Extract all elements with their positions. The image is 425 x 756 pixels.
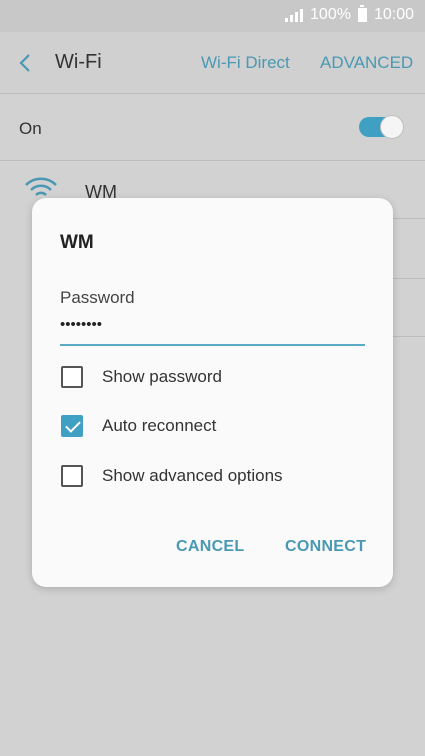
signal-icon [285, 8, 304, 22]
auto-reconnect-checkbox[interactable] [61, 415, 83, 437]
battery-icon [357, 5, 367, 22]
back-arrow-icon[interactable] [16, 52, 36, 74]
battery-percent: 100% [310, 6, 351, 23]
connect-button[interactable]: CONNECT [285, 538, 366, 556]
status-bar: 100% 10:00 [0, 0, 425, 32]
show-advanced-checkbox[interactable] [61, 465, 83, 487]
advanced-button[interactable]: ADVANCED [320, 53, 413, 73]
wifi-toggle-switch[interactable] [359, 115, 404, 139]
wifi-toggle-label: On [19, 119, 42, 138]
show-password-option[interactable]: Show password [60, 364, 360, 390]
password-input[interactable]: •••••••• [60, 316, 102, 333]
password-dialog: WM Password •••••••• Show password Auto … [32, 198, 393, 587]
show-advanced-label: Show advanced options [102, 466, 283, 485]
auto-reconnect-label: Auto reconnect [102, 416, 217, 435]
auto-reconnect-option[interactable]: Auto reconnect [60, 413, 360, 439]
password-underline [60, 344, 365, 346]
wifi-direct-button[interactable]: Wi-Fi Direct [201, 53, 290, 73]
show-advanced-option[interactable]: Show advanced options [60, 463, 360, 489]
wifi-toggle-row[interactable]: On [0, 95, 425, 161]
page-title: Wi-Fi [55, 51, 102, 73]
show-password-label: Show password [102, 367, 223, 386]
show-password-checkbox[interactable] [61, 366, 83, 388]
clock: 10:00 [373, 6, 414, 23]
password-label: Password [60, 288, 135, 307]
dialog-title: WM [60, 232, 94, 253]
app-bar: Wi-Fi Wi-Fi Direct ADVANCED [0, 32, 425, 94]
cancel-button[interactable]: CANCEL [176, 538, 244, 556]
